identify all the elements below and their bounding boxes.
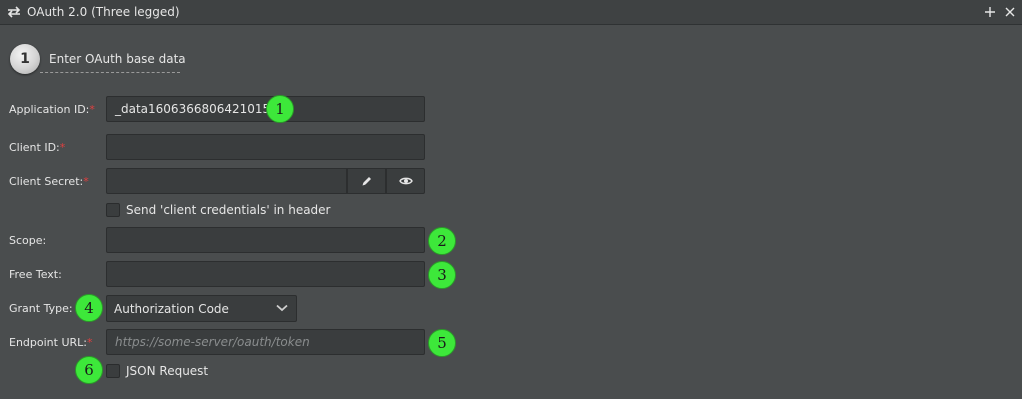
window-actions [984,0,1016,24]
application-id-label: Application ID:* [9,103,95,116]
annotation-marker: 6 [75,356,103,384]
client-id-label: Client ID:* [9,141,66,154]
swap-arrows-icon [7,6,21,18]
send-credentials-checkbox[interactable] [106,203,120,217]
scope-label: Scope: [9,234,47,247]
required-mark: * [89,103,95,116]
client-secret-label: Client Secret:* [9,175,89,188]
window-titlebar: OAuth 2.0 (Three legged) [0,0,1022,25]
client-id-input[interactable] [106,134,425,160]
annotation-marker: 4 [75,294,103,322]
client-secret-group [106,168,425,194]
send-credentials-row: Send 'client credentials' in header [106,203,331,217]
pencil-icon [362,177,371,186]
edit-secret-button[interactable] [347,168,386,194]
annotation-marker: 1 [266,95,294,123]
free-text-label: Free Text: [9,268,62,281]
free-text-input[interactable] [106,261,425,287]
grant-type-label: Grant Type: [9,302,73,315]
required-mark: * [83,175,89,188]
plus-icon[interactable] [984,6,996,18]
grant-type-value: Authorization Code [114,301,229,316]
endpoint-url-input[interactable]: https://some-server/oauth/token [106,329,425,355]
chevron-down-icon [276,304,288,312]
scope-input[interactable] [106,227,425,253]
eye-icon [398,177,413,185]
grant-type-select[interactable]: Authorization Code [106,295,297,322]
json-request-label: JSON Request [126,364,209,378]
show-secret-button[interactable] [386,168,425,194]
annotation-marker: 5 [428,329,456,357]
json-request-row: JSON Request [106,364,208,378]
window-title: OAuth 2.0 (Three legged) [27,5,180,19]
client-secret-input[interactable] [106,168,347,194]
send-credentials-label: Send 'client credentials' in header [126,203,331,217]
annotation-marker: 3 [428,261,456,289]
endpoint-url-label: Endpoint URL:* [9,336,93,349]
required-mark: * [59,141,66,154]
step-underline [40,72,180,73]
close-icon[interactable] [1004,6,1016,18]
annotation-marker: 2 [428,227,456,255]
step-number: 1 [10,44,40,74]
json-request-checkbox[interactable] [106,364,120,378]
required-mark: * [86,336,93,349]
step-label: Enter OAuth base data [49,52,186,66]
